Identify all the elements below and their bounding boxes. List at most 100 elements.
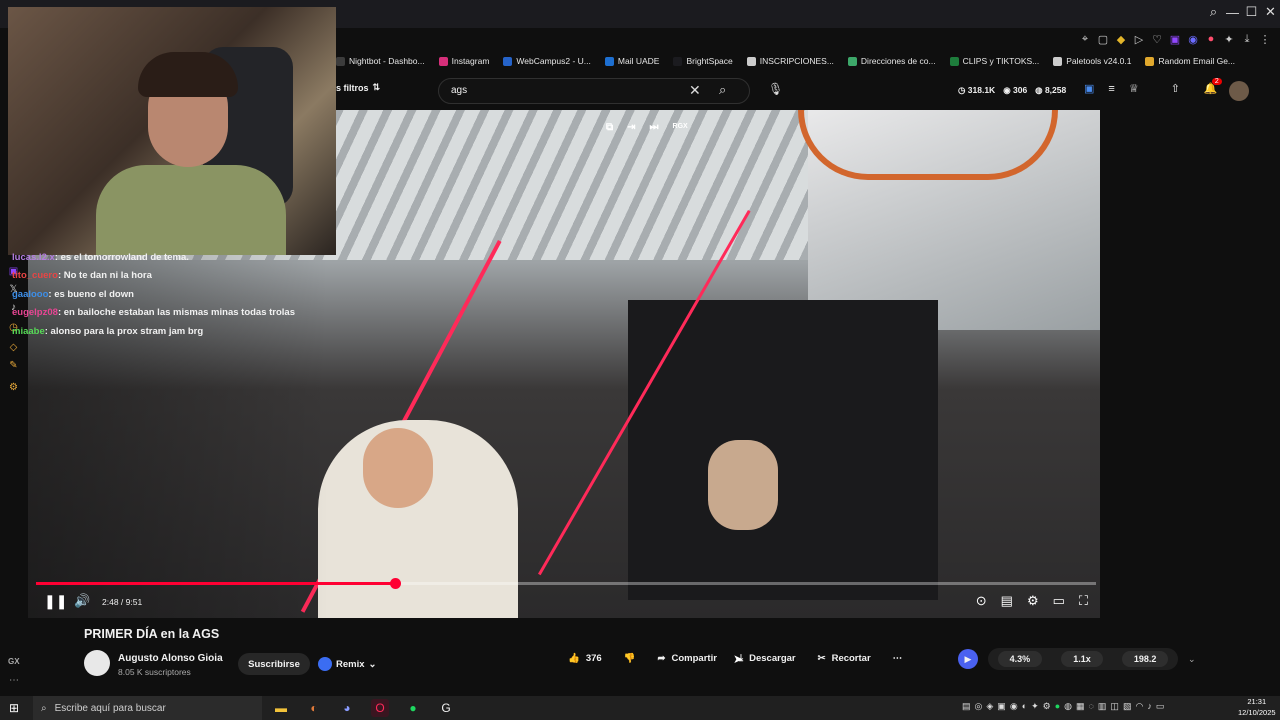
chat-username[interactable]: eugelpz08 (12, 307, 58, 318)
pause-icon[interactable]: ❚❚ (44, 593, 67, 610)
bookmark-item[interactable]: INSCRIPCIONES... (746, 56, 834, 66)
like-button[interactable]: 👍 376 (568, 653, 602, 664)
heart-icon[interactable]: ♡ (1150, 32, 1164, 46)
channel-avatar[interactable] (84, 650, 110, 676)
opera-gx-icon[interactable]: O (371, 699, 389, 717)
upload-icon[interactable]: ⇧ (1171, 82, 1180, 95)
menu-icon[interactable]: ⋮ (1258, 32, 1272, 46)
maximize-icon[interactable]: ☐ (1242, 0, 1261, 24)
search-box[interactable]: ags ✕ ⌕ (438, 78, 750, 104)
speed-multiplier[interactable]: 1.1x (1061, 651, 1103, 667)
extension-blue-icon[interactable]: ▣ (1084, 82, 1094, 95)
bell-icon[interactable]: 🔔 2 (1204, 78, 1222, 95)
discord-icon[interactable]: ◕ (338, 699, 356, 717)
tray-icon[interactable]: ◈ (986, 701, 993, 712)
chat-username[interactable]: gaalooo (12, 289, 48, 300)
bookmark-item[interactable]: Random Email Ge... (1145, 56, 1235, 66)
overlay-label[interactable]: RGX (673, 123, 688, 133)
tray-icon[interactable]: ◍ (1064, 701, 1072, 712)
twitch-icon[interactable]: ▣ (1168, 32, 1182, 46)
autoplay-toggle[interactable]: ⊙ (976, 593, 987, 609)
tray-icon[interactable]: ◉ (1010, 701, 1018, 712)
tray-icon[interactable]: ◫ (1110, 701, 1119, 712)
play-icon[interactable]: ▷ (1132, 32, 1146, 46)
remix-button[interactable]: Remix ⌄ (318, 653, 376, 675)
pencil-icon[interactable]: ✎ (7, 359, 20, 372)
bookmark-item[interactable]: Nightbot - Dashbo... (336, 56, 425, 66)
bookmark-item[interactable]: Paletools v24.0.1 (1053, 56, 1131, 66)
bookmark-item[interactable]: Mail UADE (604, 56, 659, 66)
chevron-down-icon[interactable]: ⌄ (1188, 654, 1196, 665)
spotify-icon[interactable]: ● (404, 699, 422, 717)
volume-icon[interactable]: 🔊 (74, 593, 90, 609)
windows-start-icon[interactable]: ⊞ (9, 701, 19, 715)
download-button[interactable]: ⤓ Descargar (739, 653, 796, 664)
bookmark-item[interactable]: BrightSpace (673, 56, 733, 66)
search-input[interactable]: ags (451, 85, 467, 96)
tray-icon[interactable]: ◌ (1089, 701, 1094, 712)
search-icon[interactable]: ⌕ (1204, 0, 1223, 24)
more-icon[interactable]: ⋯ (9, 675, 19, 686)
more-actions-button[interactable]: ⋯ (893, 653, 903, 664)
extension-icon-1[interactable]: ◉ (1186, 32, 1200, 46)
download-icon[interactable]: ⤓ (1240, 32, 1254, 46)
gear-icon[interactable]: ⚙ (7, 381, 20, 394)
app-icon[interactable]: G (437, 699, 455, 717)
subtitles-icon[interactable]: ▤ (1001, 593, 1013, 609)
tray-icon[interactable]: ▦ (1076, 701, 1085, 712)
tray-icon[interactable]: ▣ (997, 701, 1006, 712)
tray-icon[interactable]: ◎ (975, 701, 983, 712)
chat-username[interactable]: miaabe (12, 326, 45, 337)
tray-icon[interactable]: ◐ (1022, 701, 1027, 712)
trophy-icon[interactable]: ♕ (1129, 82, 1139, 95)
popout-icon[interactable]: ⇥ (627, 122, 635, 133)
tray-icon[interactable]: ⚙ (1043, 701, 1051, 712)
subscribe-button[interactable]: Suscribirse (238, 653, 310, 675)
tray-icon[interactable]: ● (1055, 701, 1060, 712)
pin-icon[interactable]: ⌖ (1078, 32, 1092, 46)
extension-icon-2[interactable]: ● (1204, 32, 1218, 46)
skip-icon[interactable]: ⏭ (650, 122, 659, 133)
dislike-button[interactable]: 👎 (624, 653, 636, 664)
chevron-down-icon[interactable]: ⌄ (369, 659, 377, 670)
microphone-icon[interactable]: 🎙 (768, 82, 783, 96)
chat-username[interactable]: lucas.l2.x (12, 252, 55, 263)
chat-username[interactable]: tito_cuero (12, 270, 58, 281)
search-icon[interactable]: ⌕ (719, 82, 726, 98)
filters-button[interactable]: s filtros ⇅ (336, 82, 380, 93)
tray-icon[interactable]: ▥ (1098, 701, 1107, 712)
wallet-icon[interactable]: ◇ (7, 341, 20, 354)
puzzle-icon[interactable]: ✦ (1222, 32, 1236, 46)
theater-icon[interactable]: ▭ (1053, 593, 1065, 609)
tray-icon[interactable]: ✦ (1031, 701, 1039, 712)
file-explorer-icon[interactable]: ▬ (272, 699, 290, 717)
pip-icon[interactable]: ⧉ (606, 122, 613, 133)
bookmark-item[interactable]: WebCampus2 - U... (503, 56, 591, 66)
speed-percent[interactable]: 4.3% (997, 651, 1043, 667)
list-icon[interactable]: ≡ (1108, 83, 1114, 95)
minimize-icon[interactable]: — (1223, 0, 1242, 24)
share-button[interactable]: ➦ Compartir (658, 653, 717, 664)
taskbar-search[interactable]: ⌕ Escribe aquí para buscar (33, 696, 262, 720)
bookmark-item[interactable]: CLIPS y TIKTOKS... (949, 56, 1039, 66)
progress-bar[interactable] (36, 578, 1096, 589)
speaker-icon[interactable]: ♪ (1147, 701, 1152, 712)
speed-value[interactable]: 198.2 (1121, 651, 1169, 667)
tray-icon[interactable]: ▧ (1123, 701, 1132, 712)
gx-label[interactable]: GX (8, 657, 20, 666)
bookmark-item[interactable]: Direcciones de co... (847, 56, 936, 66)
app-icon[interactable]: ◐ (305, 699, 323, 717)
battery-icon[interactable]: ▭ (1156, 701, 1165, 712)
close-icon[interactable]: ✕ (1261, 0, 1280, 24)
shield-icon[interactable]: ◆ (1114, 32, 1128, 46)
speed-extension-icon[interactable]: ▶ (958, 649, 978, 669)
bookmark-item[interactable]: Instagram (438, 56, 489, 66)
tray-icon[interactable]: ▤ (962, 701, 971, 712)
fullscreen-icon[interactable]: ⛶ (1079, 593, 1088, 609)
clip-button[interactable]: ✂ Recortar (818, 653, 871, 664)
taskbar-clock[interactable]: 21:31 12/10/2025 (1238, 696, 1276, 718)
channel-name[interactable]: Augusto Alonso Gioia (118, 653, 223, 664)
screenshot-icon[interactable]: ▢ (1096, 32, 1110, 46)
settings-icon[interactable]: ⚙ (1027, 593, 1039, 609)
wifi-icon[interactable]: ◠ (1135, 701, 1143, 712)
